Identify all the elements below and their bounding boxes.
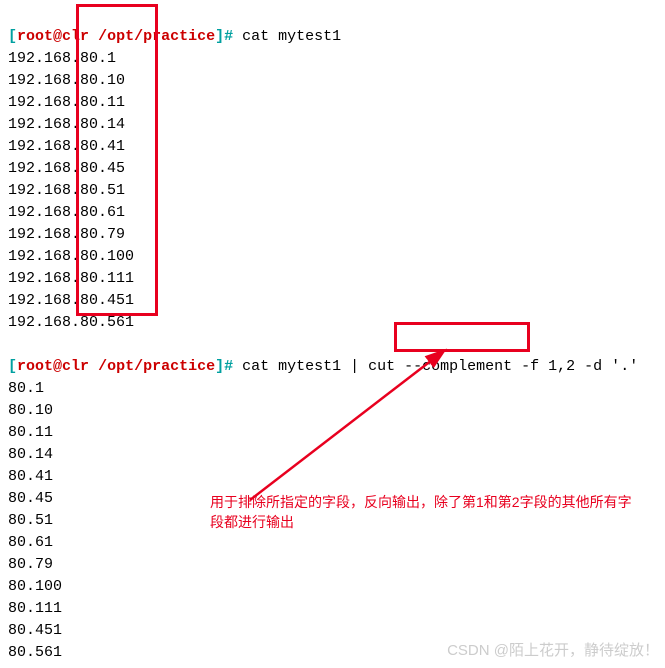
prompt-user: root [17, 358, 53, 375]
output-cut: 80.1 [8, 378, 657, 400]
command-1: cat mytest1 [233, 28, 341, 45]
output-ip: 192.168.80.61 [8, 202, 657, 224]
prompt-host: clr [62, 28, 89, 45]
bracket-open: [ [8, 28, 17, 45]
output-ip: 192.168.80.41 [8, 136, 657, 158]
prompt-at: @ [53, 358, 62, 375]
output-cut: 80.561 [8, 642, 657, 664]
output-cut: 80.11 [8, 422, 657, 444]
prompt-line-2: [root@clr /opt/practice]# cat mytest1 | … [8, 334, 657, 378]
prompt-line-1: [root@clr /opt/practice]# cat mytest1 [8, 4, 657, 48]
output-cut: 80.100 [8, 576, 657, 598]
output-ip: 192.168.80.79 [8, 224, 657, 246]
output-cut: 80.10 [8, 400, 657, 422]
output-cut: 80.41 [8, 466, 657, 488]
output-ip: 192.168.80.10 [8, 70, 657, 92]
output-ip: 192.168.80.1 [8, 48, 657, 70]
bracket-open: [ [8, 358, 17, 375]
bracket-close: ] [215, 358, 224, 375]
annotation-text: 用于排除所指定的字段，反向输出，除了第1和第2字段的其他所有字段都进行输出 [210, 492, 640, 532]
output-ip: 192.168.80.451 [8, 290, 657, 312]
output-ip: 192.168.80.100 [8, 246, 657, 268]
output-cut: 80.111 [8, 598, 657, 620]
output-ip: 192.168.80.45 [8, 158, 657, 180]
prompt-path: /opt/practice [89, 28, 215, 45]
output-cut: 80.14 [8, 444, 657, 466]
output-cut: 80.79 [8, 554, 657, 576]
bracket-close: ] [215, 28, 224, 45]
output-ip: 192.168.80.51 [8, 180, 657, 202]
prompt-hash: # [224, 358, 233, 375]
output-ip: 192.168.80.111 [8, 268, 657, 290]
prompt-at: @ [53, 28, 62, 45]
command-2: cat mytest1 | cut --complement -f 1,2 -d… [233, 358, 638, 375]
prompt-user: root [17, 28, 53, 45]
prompt-path: /opt/practice [89, 358, 215, 375]
output-cut: 80.451 [8, 620, 657, 642]
output-cut: 80.61 [8, 532, 657, 554]
output-ip: 192.168.80.561 [8, 312, 657, 334]
output-ip: 192.168.80.11 [8, 92, 657, 114]
prompt-hash: # [224, 28, 233, 45]
prompt-host: clr [62, 358, 89, 375]
output-ip: 192.168.80.14 [8, 114, 657, 136]
